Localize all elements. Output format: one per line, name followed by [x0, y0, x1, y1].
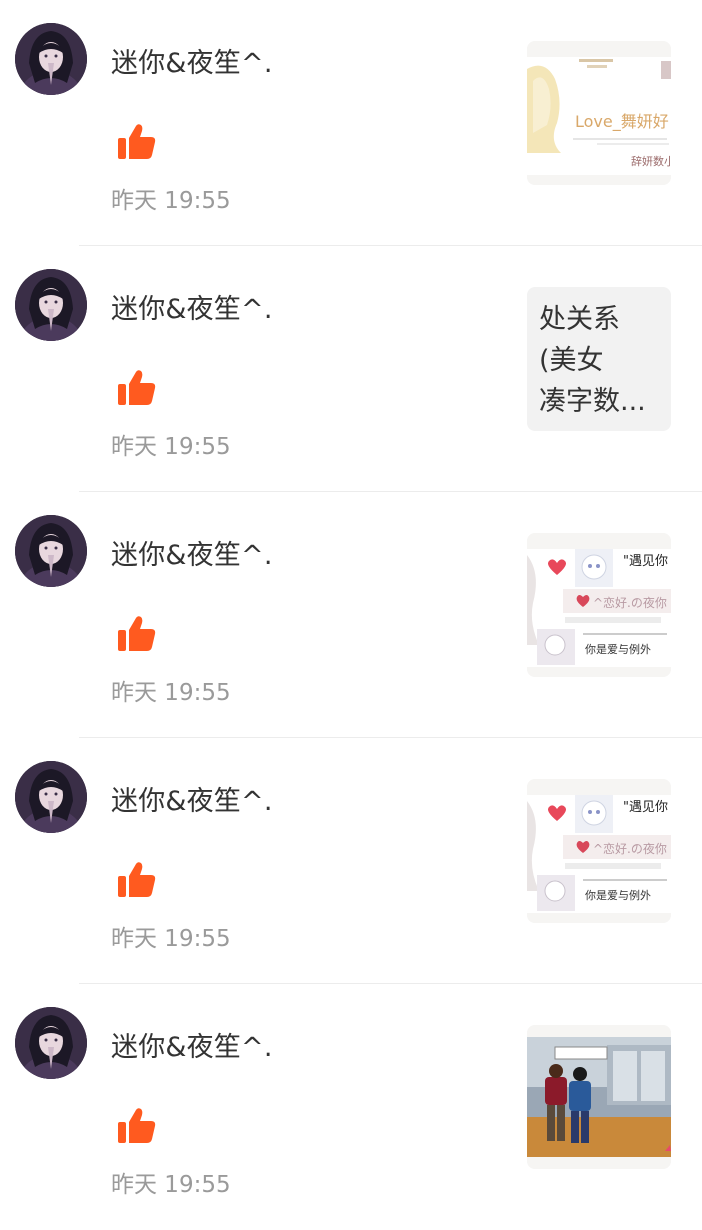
username[interactable]: 迷你&夜笙^.	[111, 1025, 273, 1064]
thumbnail-caption: ^恋好.の夜你	[593, 841, 667, 856]
timestamp: 昨天 19:55	[111, 680, 231, 706]
list-item[interactable]: 迷你&夜笙^. 昨天 19:55 "遇见你 ^恋好.の夜你 你是爱与例外	[0, 492, 702, 738]
thumbs-up-icon	[117, 615, 157, 653]
thumbnail-caption: 辞妍数小	[631, 154, 671, 168]
post-thumbnail[interactable]: "遇见你 ^恋好.の夜你 你是爱与例外	[527, 533, 671, 677]
post-thumbnail[interactable]: Love_舞妍好 辞妍数小	[527, 41, 671, 185]
post-text-preview[interactable]: 处关系 (美女 凑字数...	[527, 287, 671, 431]
thumbs-up-icon	[117, 123, 157, 161]
timestamp: 昨天 19:55	[111, 188, 231, 214]
list-item[interactable]: 迷你&夜笙^. 昨天 19:55 处关系 (美女 凑字数...	[0, 246, 702, 492]
list-item[interactable]: 迷你&夜笙^. 昨天 19:55 "遇见你 ^恋好.の夜你 你是爱与例外	[0, 738, 702, 984]
thumbs-up-icon	[117, 1107, 157, 1145]
thumbnail-caption: 你是爱与例外	[585, 642, 651, 656]
timestamp: 昨天 19:55	[111, 1172, 231, 1198]
thumbnail-caption: "遇见你	[623, 800, 668, 815]
avatar[interactable]	[15, 23, 87, 95]
thumbnail-caption: Love_舞妍好	[575, 112, 669, 132]
thumbnail-caption: 你是爱与例外	[585, 888, 651, 902]
avatar[interactable]	[15, 761, 87, 833]
username[interactable]: 迷你&夜笙^.	[111, 287, 273, 326]
list-item[interactable]: 迷你&夜笙^. 昨天 19:55 Love_舞妍好 辞妍数小	[0, 0, 702, 246]
thumbnail-caption: ^恋好.の夜你	[593, 595, 667, 610]
like-notification-list: 迷你&夜笙^. 昨天 19:55 Love_舞妍好 辞妍数小 迷你&夜笙^. 昨…	[0, 0, 702, 1230]
avatar[interactable]	[15, 269, 87, 341]
post-thumbnail[interactable]	[527, 1025, 671, 1169]
thumbs-up-icon	[117, 369, 157, 407]
preview-line: (美女	[539, 345, 604, 376]
timestamp: 昨天 19:55	[111, 434, 231, 460]
list-item[interactable]: 迷你&夜笙^. 昨天 19:55	[0, 984, 702, 1230]
preview-line: 处关系	[539, 304, 620, 335]
username[interactable]: 迷你&夜笙^.	[111, 533, 273, 572]
avatar[interactable]	[15, 515, 87, 587]
post-thumbnail[interactable]: "遇见你 ^恋好.の夜你 你是爱与例外	[527, 779, 671, 923]
thumbs-up-icon	[117, 861, 157, 899]
username[interactable]: 迷你&夜笙^.	[111, 41, 273, 80]
username[interactable]: 迷你&夜笙^.	[111, 779, 273, 818]
timestamp: 昨天 19:55	[111, 926, 231, 952]
thumbnail-caption: "遇见你	[623, 554, 668, 569]
avatar[interactable]	[15, 1007, 87, 1079]
preview-line: 凑字数...	[539, 386, 646, 417]
